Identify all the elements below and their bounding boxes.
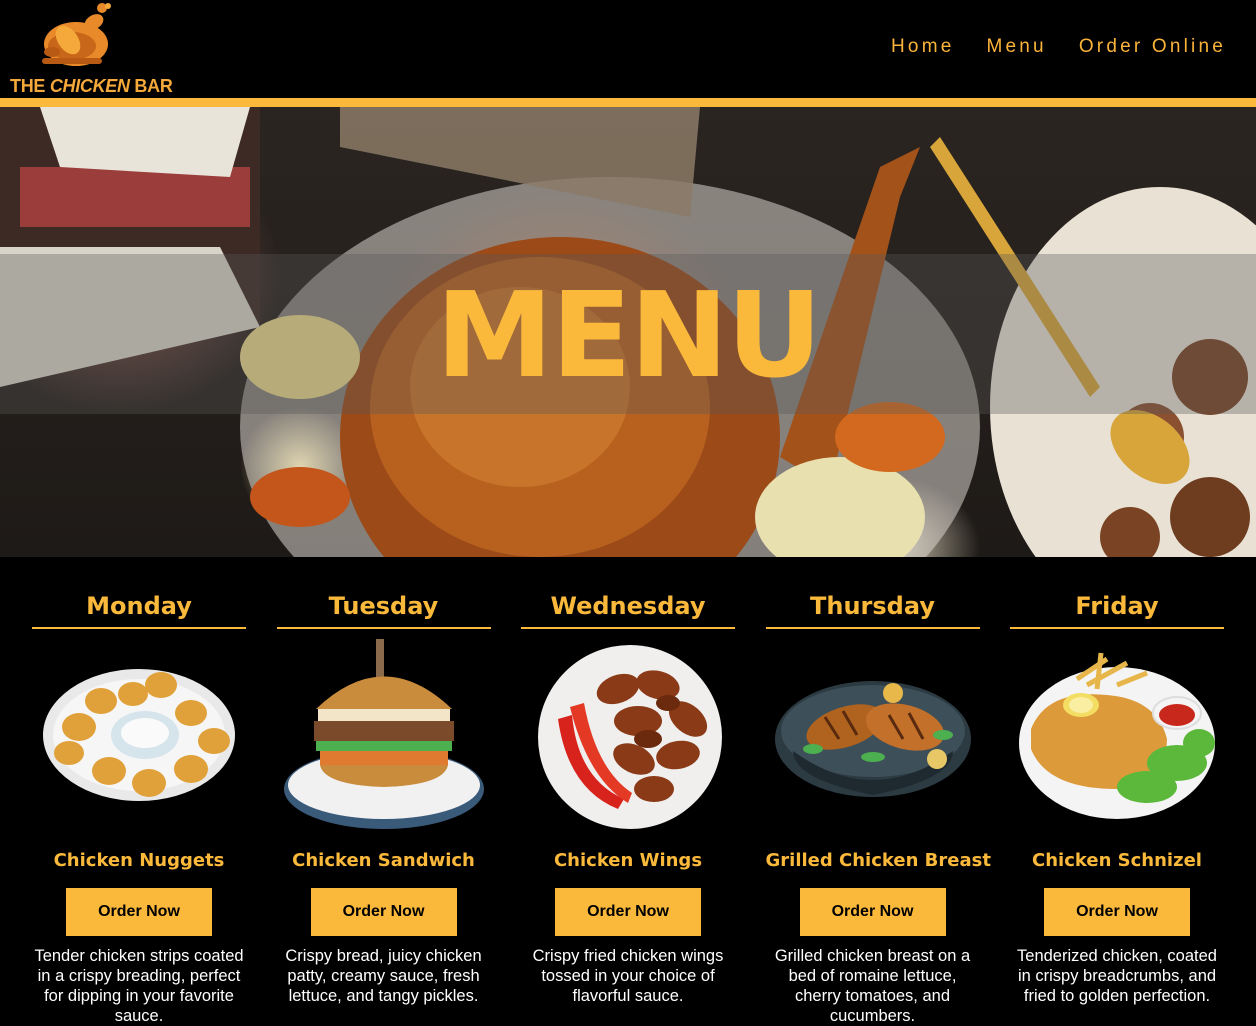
dish-name: Chicken Schnizel — [1032, 850, 1202, 871]
dish-description: Crispy fried chicken wings tossed in you… — [532, 947, 724, 1005]
dish-description: Tender chicken strips coated in a crispy… — [34, 947, 244, 1025]
hero-banner: MENU — [0, 107, 1256, 557]
logo-text-post: BAR — [129, 76, 173, 96]
nav-order-online[interactable]: Order Online — [1079, 36, 1226, 58]
dish-name: Grilled Chicken Breast — [765, 850, 991, 871]
dish-description: Grilled chicken breast on a bed of romai… — [774, 947, 971, 1025]
order-now-button[interactable]: Order Now — [799, 888, 946, 936]
chicken-wings-image — [538, 645, 722, 829]
nav-home[interactable]: Home — [891, 36, 954, 58]
dish-description: Tenderized chicken, coated in crispy bre… — [1017, 947, 1217, 1005]
dish-name: Chicken Nuggets — [53, 850, 225, 871]
header-divider — [0, 98, 1256, 107]
day-heading: Friday — [1010, 591, 1224, 629]
day-heading: Thursday — [765, 591, 980, 629]
chicken-schnitzel-image — [1019, 652, 1215, 819]
grilled-chicken-breast-image — [774, 681, 971, 797]
dish-name: Chicken Sandwich — [292, 850, 475, 871]
order-now-button[interactable]: Order Now — [66, 888, 212, 936]
site-logo[interactable]: THE CHICKEN BAR — [8, 0, 178, 98]
menu-card-tuesday: Tuesday Chicken Sandwich Order Now Crisp… — [276, 591, 491, 1026]
day-heading: Wednesday — [521, 591, 735, 629]
menu-card-thursday: Thursday Grilled Chicken Breast Order No… — [765, 591, 991, 1026]
chicken-sandwich-image — [283, 639, 484, 829]
main-nav: Home Menu Order Online — [891, 36, 1226, 58]
day-heading: Tuesday — [276, 591, 491, 629]
menu-card-wednesday: Wednesday Chicken Wings Order Now Crispy… — [521, 591, 735, 1026]
logo-text-italic: CHICKEN — [49, 76, 130, 96]
site-header: THE CHICKEN BAR Home Menu Order Online — [0, 0, 1256, 98]
logo-text-pre: THE — [10, 76, 50, 96]
menu-card-monday: Monday Chicken Nuggets Order Now Tender … — [32, 591, 246, 1026]
logo-wordmark: THE CHICKEN BAR — [10, 76, 173, 97]
chicken-logo-icon — [42, 3, 111, 66]
day-heading: Monday — [32, 591, 246, 629]
dish-name: Chicken Wings — [553, 850, 703, 871]
order-now-button[interactable]: Order Now — [1044, 888, 1190, 936]
menu-card-friday: Friday Chicken Schnizel Order Now Tender… — [1010, 591, 1224, 1026]
chicken-nuggets-image — [43, 669, 235, 801]
nav-menu[interactable]: Menu — [987, 36, 1047, 58]
hero-title: MENU — [435, 266, 823, 404]
weekly-menu: Monday Chicken Nuggets Order Now Tender … — [0, 591, 1256, 1026]
order-now-button[interactable]: Order Now — [555, 888, 701, 936]
order-now-button[interactable]: Order Now — [310, 888, 457, 936]
dish-description: Crispy bread, juicy chicken patty, cream… — [285, 947, 482, 1005]
